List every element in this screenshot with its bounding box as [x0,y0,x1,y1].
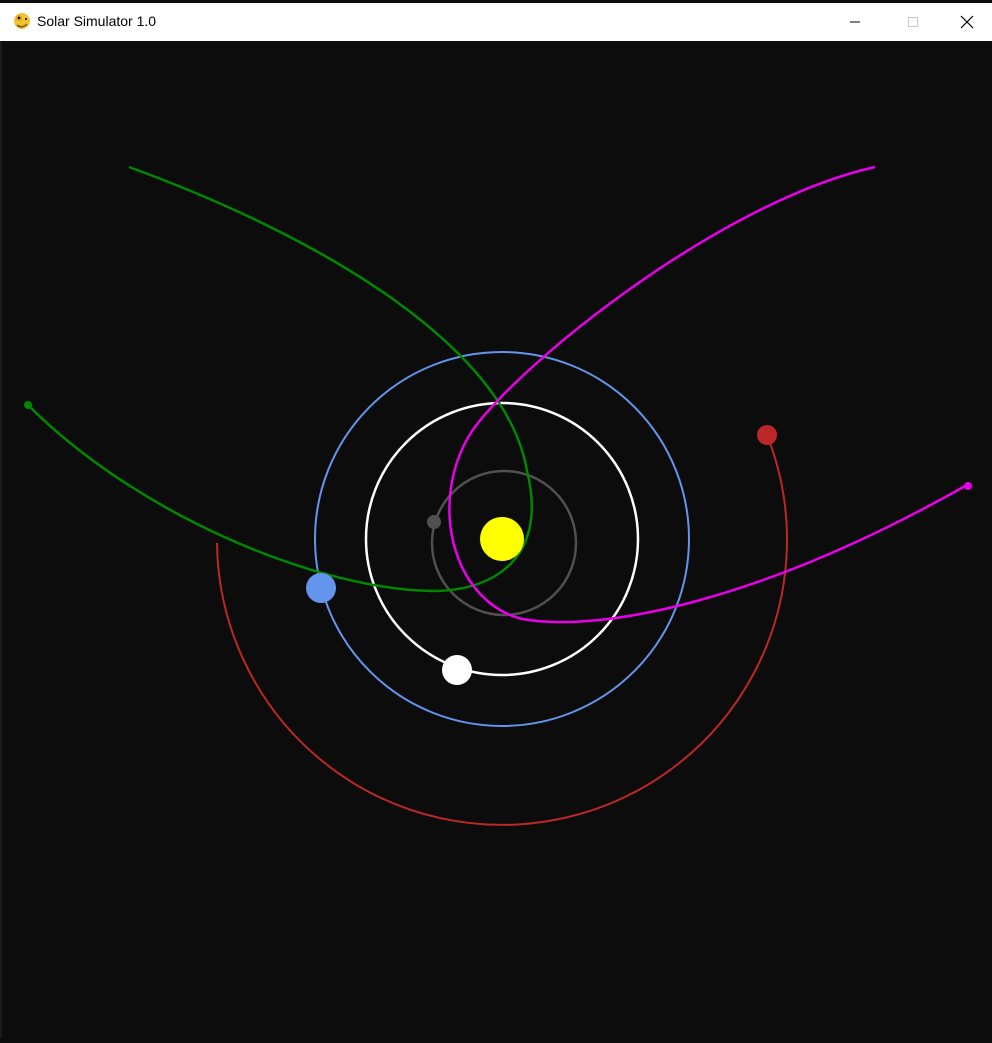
app-window: Solar Simulator 1.0 [0,0,992,1038]
magenta-comet-trail [448,165,968,624]
minimize-button[interactable] [826,3,884,41]
earth-planet[interactable] [306,573,336,603]
window-title: Solar Simulator 1.0 [37,13,157,29]
sun[interactable] [480,517,524,561]
close-icon [960,15,974,29]
simulation-canvas[interactable] [2,41,992,1038]
title-bar[interactable]: Solar Simulator 1.0 [0,0,992,41]
mercury-planet[interactable] [427,515,441,529]
orbit-view [24,165,972,826]
magenta-comet[interactable] [964,482,972,490]
venus-planet[interactable] [442,655,472,685]
mars-orbit-trail [216,434,788,826]
maximize-icon [908,17,918,27]
close-button[interactable] [942,3,992,41]
green-comet[interactable] [24,401,32,409]
minimize-icon [850,21,860,23]
maximize-button[interactable] [884,3,942,41]
green-comet-trail [25,165,533,593]
mars-planet[interactable] [757,425,777,445]
python-snake-icon [14,13,30,29]
